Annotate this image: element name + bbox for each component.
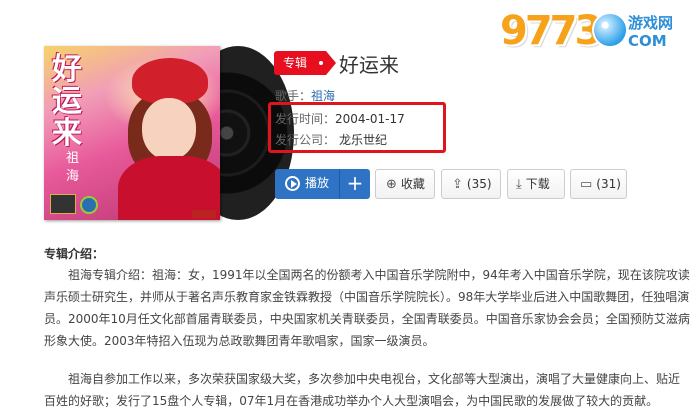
label-logo	[50, 194, 76, 214]
play-button-group: 播放 +	[275, 169, 370, 199]
singer-label: 歌手：	[275, 89, 312, 103]
cover-artist-art: 祖海	[66, 151, 80, 184]
publisher-logo	[192, 210, 216, 218]
download-icon: ⤓	[516, 176, 522, 192]
highlight-box	[268, 102, 446, 153]
comment-icon: ▭	[580, 176, 593, 192]
download-button[interactable]: ⤓ 下载	[507, 169, 565, 199]
add-to-playlist-button[interactable]: +	[340, 169, 370, 199]
play-icon	[285, 176, 300, 191]
play-button[interactable]: 播放	[275, 169, 339, 199]
album-tag: 专辑	[274, 51, 336, 75]
intro-paragraph-2: 祖海自参加工作以来，多次荣获国家级大奖，多次参加中央电视台，文化部等大型演出，演…	[44, 372, 681, 408]
intro-paragraph-1: 祖海专辑介绍：祖海：女，1991年以全国两名的份额考入中国音乐学院附中，94年考…	[44, 268, 690, 348]
singer-link[interactable]: 祖海	[311, 89, 335, 103]
collect-icon: ⊕	[386, 176, 397, 192]
album-art: 好运来 祖海	[44, 46, 294, 220]
ball-icon	[592, 12, 628, 48]
site-watermark-logo: 9773 游戏网 COM	[500, 8, 674, 54]
share-button[interactable]: ⇪ (35)	[441, 169, 501, 199]
share-icon: ⇪	[452, 176, 463, 192]
album-title: 好运来	[339, 53, 399, 77]
comment-button[interactable]: ▭ (31)	[570, 169, 627, 199]
cover-title-art: 好运来	[52, 52, 82, 151]
album-cover: 好运来 祖海	[44, 46, 220, 220]
intro-heading: 专辑介绍：	[44, 247, 105, 261]
collect-button[interactable]: ⊕ 收藏	[375, 169, 435, 199]
badge-logo	[80, 196, 98, 214]
